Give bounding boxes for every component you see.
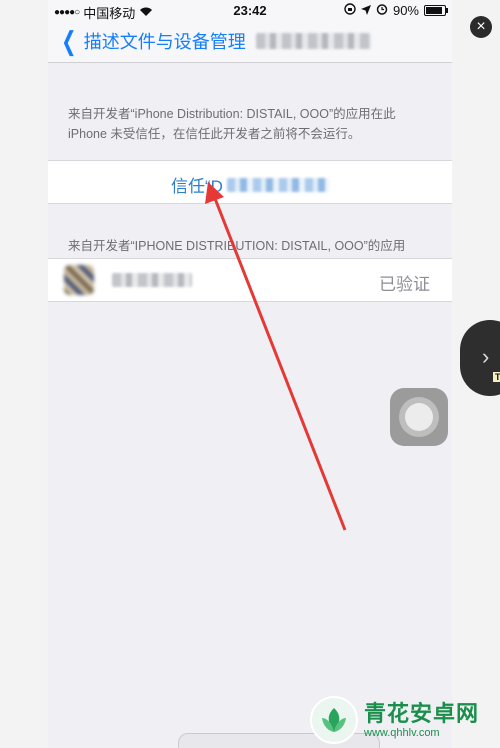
status-right: 90% xyxy=(344,3,448,18)
app-status-verified: 已验证 xyxy=(379,275,430,294)
back-button-label: 描述文件与设备管理 xyxy=(83,32,246,52)
rotation-lock-icon xyxy=(344,3,356,18)
assistive-touch-inner-ring xyxy=(405,403,433,431)
trust-developer-button[interactable]: 信任“D xyxy=(48,160,452,204)
battery-fill xyxy=(426,7,443,14)
blurred-profile-name xyxy=(255,33,371,49)
blurred-app-icon xyxy=(64,265,94,295)
watermark: 青花安卓网 www.qhhlv.com xyxy=(310,692,500,748)
chevron-right-icon: › xyxy=(482,344,490,369)
close-icon[interactable]: × xyxy=(470,16,492,38)
navigation-bar: ❮ 描述文件与设备管理 xyxy=(48,22,452,63)
trust-button-label: 信任“D xyxy=(171,177,223,196)
watermark-title: 青花安卓网 xyxy=(364,700,480,726)
trust-button-content: 信任“D xyxy=(171,172,329,197)
back-button[interactable]: ❮ 描述文件与设备管理 xyxy=(58,28,371,54)
assistive-touch-button[interactable] xyxy=(390,388,448,446)
phone-screen: ●●●●○ 中国移动 23:42 90% ❮ 描述文件与设备管理 来自开发者“i… xyxy=(48,0,452,748)
watermark-logo-icon xyxy=(310,696,358,744)
watermark-url: www.qhhlv.com xyxy=(364,726,440,739)
untrusted-developer-description: 来自开发者“iPhone Distribution: DISTAIL, OOO”… xyxy=(68,107,396,141)
side-handle-tag: T xyxy=(493,372,500,382)
battery-percent: 90% xyxy=(392,3,419,18)
app-row[interactable]: 已验证 xyxy=(48,258,452,302)
battery-icon xyxy=(424,5,448,16)
apps-section-header: 来自开发者“IPHONE DISTRIBUTION: DISTAIL, OOO”… xyxy=(68,239,406,253)
side-panel-handle[interactable]: › T xyxy=(460,320,500,396)
blurred-developer-name xyxy=(226,177,329,192)
status-bar: ●●●●○ 中国移动 23:42 90% xyxy=(48,0,452,22)
alarm-icon xyxy=(376,3,388,18)
chevron-left-icon: ❮ xyxy=(61,26,77,56)
blurred-app-name xyxy=(112,273,192,287)
watermark-text: 青花安卓网 www.qhhlv.com xyxy=(364,701,479,740)
location-icon xyxy=(360,3,371,18)
